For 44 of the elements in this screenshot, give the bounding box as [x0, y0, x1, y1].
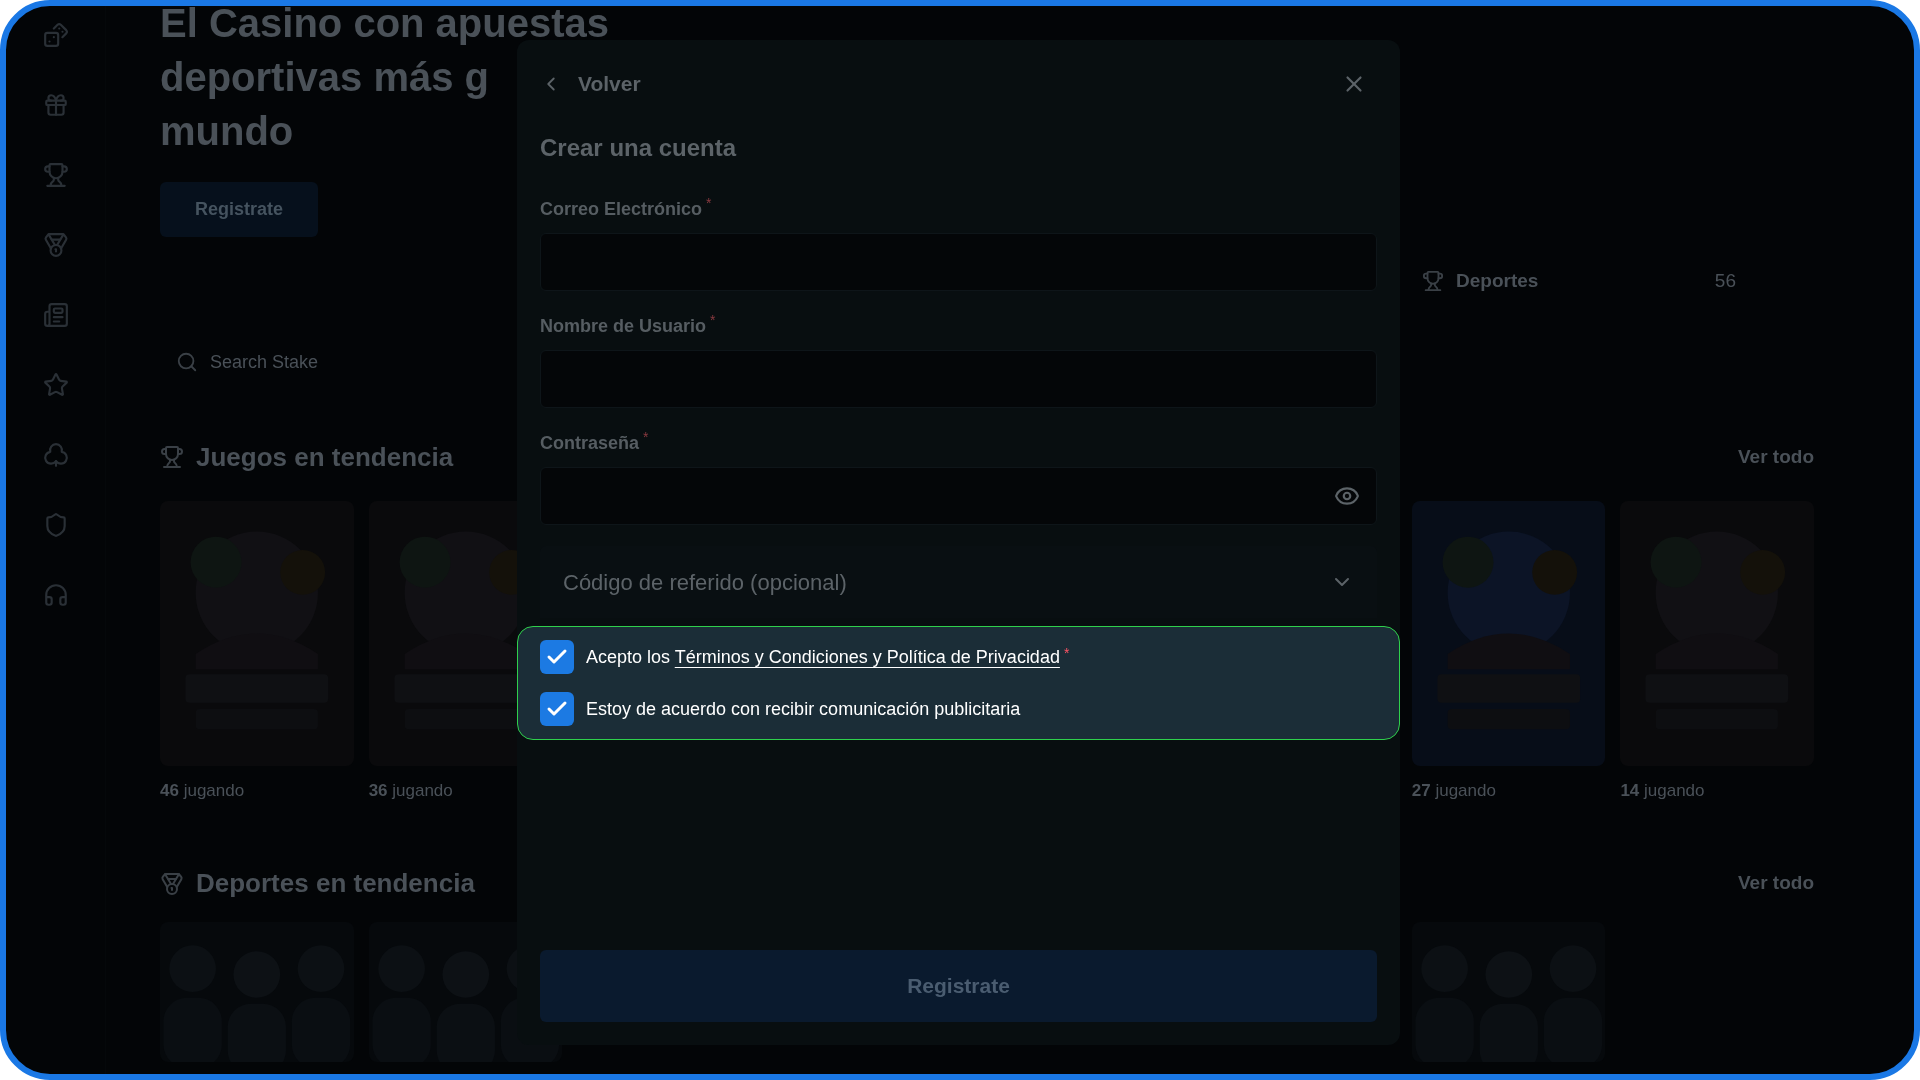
players-count: 46 jugando	[160, 780, 245, 802]
headset-icon[interactable]	[42, 582, 69, 608]
players-count: 27 jugando	[1411, 780, 1496, 802]
players-count: 36 jugando	[368, 780, 453, 802]
medal-icon[interactable]	[42, 232, 69, 258]
trophy-icon[interactable]	[42, 162, 69, 188]
trophy-icon	[160, 445, 184, 469]
required-mark: *	[643, 430, 649, 444]
sports-count: 56	[1714, 268, 1736, 293]
see-all-link[interactable]: Ver todo	[1738, 869, 1814, 898]
dice-icon[interactable]	[42, 22, 69, 48]
back-button[interactable]: Volver	[540, 68, 641, 100]
search-placeholder: Search Stake	[210, 350, 319, 374]
register-button[interactable]: Registrate	[160, 182, 318, 237]
required-mark: *	[1063, 646, 1070, 660]
medal-icon	[160, 871, 184, 896]
section-title: Juegos en tendencia	[196, 440, 454, 474]
hero-title: El Casino con apuestas	[160, 6, 610, 47]
checkbox[interactable]	[540, 640, 574, 674]
field-label: Nombre de Usuario	[540, 315, 707, 338]
checkbox[interactable]	[540, 692, 574, 726]
modal-title: Crear una cuenta	[540, 133, 738, 163]
terms-link[interactable]: Términos y Condiciones y Política de Privacidad	[674, 646, 1060, 667]
search-field[interactable]: Search Stake	[160, 337, 460, 387]
submit-button[interactable]: Registrate	[540, 950, 1377, 1022]
required-mark: *	[710, 313, 716, 327]
sports-label: Deportes	[1456, 268, 1539, 293]
trophy-icon	[1422, 270, 1444, 292]
search-icon	[176, 351, 198, 373]
club-icon[interactable]	[42, 442, 69, 468]
consent-text: Estoy de acuerdo con recibir comunicación publicitaria	[586, 697, 1021, 721]
field-label: Correo Electrónico	[540, 198, 703, 221]
star-icon[interactable]	[42, 372, 69, 398]
required-mark: *	[706, 196, 712, 210]
password-field[interactable]	[540, 467, 1377, 525]
hero-title: deportivas más g	[160, 54, 489, 101]
section-title: Deportes en tendencia	[196, 867, 475, 900]
hero-title: mundo	[160, 108, 294, 155]
gift-icon[interactable]	[42, 92, 69, 118]
newspaper-icon[interactable]	[42, 302, 69, 328]
consent-text: Acepto los Términos y Condiciones y Política de Privacidad	[586, 645, 1060, 669]
see-all-link[interactable]: Ver todo	[1738, 442, 1814, 472]
players-count: 14 jugando	[1620, 780, 1705, 802]
field-label: Contraseña	[540, 432, 640, 455]
